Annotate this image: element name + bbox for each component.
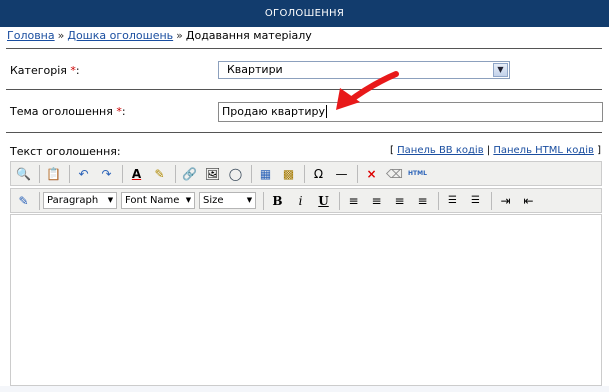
divider bbox=[6, 132, 602, 133]
breadcrumb-current: Додавання матеріалу bbox=[185, 29, 312, 42]
page-bottom-strip bbox=[0, 386, 609, 392]
chevron-down-icon[interactable]: ▼ bbox=[245, 194, 254, 207]
font-name-select[interactable]: Font Name ▼ bbox=[121, 192, 195, 209]
editor-panels-links: [ Панель BB кодів | Панель HTML кодів ] bbox=[390, 145, 601, 156]
underline-button[interactable]: U bbox=[313, 191, 334, 211]
toolbar-separator bbox=[304, 164, 305, 183]
paragraph-format-value: Paragraph bbox=[47, 195, 99, 206]
chevron-down-icon[interactable]: ▼ bbox=[493, 63, 508, 77]
bb-panel-link[interactable]: Панель BB кодів bbox=[397, 145, 483, 156]
font-name-value: Font Name bbox=[125, 195, 180, 206]
text-cursor bbox=[326, 105, 327, 118]
align-left-icon[interactable]: ≡ bbox=[343, 191, 364, 211]
remove-format-icon[interactable]: × bbox=[361, 164, 382, 184]
breadcrumb-separator: » bbox=[57, 29, 65, 42]
breadcrumb: Головна» Дошка оголошень» Додавання матері… bbox=[7, 29, 312, 42]
divider bbox=[6, 48, 602, 49]
highlight-color-icon[interactable]: ✎ bbox=[149, 164, 170, 184]
bracket: ] bbox=[597, 145, 601, 156]
bracket: [ bbox=[390, 145, 394, 156]
toolbar-separator bbox=[491, 191, 492, 210]
editor-toolbar-bottom: ✎ Paragraph ▼ Font Name ▼ Size ▼ B i U ≡… bbox=[10, 188, 602, 213]
body-label: Текст оголошення: bbox=[10, 145, 121, 158]
paste-icon[interactable]: 📋 bbox=[43, 164, 64, 184]
italic-button[interactable]: i bbox=[290, 191, 311, 211]
section-title: ОГОЛОШЕННЯ bbox=[264, 8, 345, 19]
redo-icon[interactable]: ↷ bbox=[96, 164, 117, 184]
chevron-down-icon[interactable]: ▼ bbox=[106, 194, 115, 207]
text-color-icon[interactable]: A bbox=[126, 164, 147, 184]
font-size-value: Size bbox=[203, 195, 224, 206]
breadcrumb-separator: » bbox=[176, 29, 183, 42]
editor-toolbar-top: 🔍 📋 ↶ ↷ A ✎ 🔗 🖼 ◯ ▦ ▩ Ω — × ⌫ HTML bbox=[10, 161, 602, 186]
toolbar-separator bbox=[339, 191, 340, 210]
outdent-icon[interactable]: ⇤ bbox=[518, 191, 539, 211]
bold-button[interactable]: B bbox=[267, 191, 288, 211]
subject-label: Тема оголошення *: bbox=[10, 105, 126, 118]
chevron-down-icon[interactable]: ▼ bbox=[184, 194, 193, 207]
search-icon[interactable]: 🔍 bbox=[13, 164, 34, 184]
link-icon[interactable]: 🔗 bbox=[179, 164, 200, 184]
annotation-arrow-icon bbox=[336, 71, 399, 110]
toolbar-separator bbox=[251, 164, 252, 183]
html-source-icon[interactable]: HTML bbox=[407, 164, 428, 184]
toolbar-separator bbox=[175, 164, 176, 183]
subject-label-text: Тема оголошення bbox=[10, 105, 113, 118]
toolbar-separator bbox=[263, 191, 264, 210]
font-size-select[interactable]: Size ▼ bbox=[199, 192, 256, 209]
align-justify-icon[interactable]: ≡ bbox=[412, 191, 433, 211]
eraser-icon[interactable]: ⌫ bbox=[384, 164, 405, 184]
toolbar-separator bbox=[39, 164, 40, 183]
section-header: ОГОЛОШЕННЯ bbox=[0, 0, 609, 27]
category-label-text: Категорія bbox=[10, 64, 67, 77]
horizontal-rule-icon[interactable]: — bbox=[331, 164, 352, 184]
toolbar-separator bbox=[438, 191, 439, 210]
pipe-divider: | bbox=[486, 145, 491, 156]
breadcrumb-board-link[interactable]: Дошка оголошень bbox=[67, 29, 173, 42]
edit-style-icon[interactable]: ✎ bbox=[13, 191, 34, 211]
toolbar-separator bbox=[39, 191, 40, 210]
special-char-icon[interactable]: Ω bbox=[308, 164, 329, 184]
table-icon[interactable]: ▦ bbox=[255, 164, 276, 184]
image-icon[interactable]: 🖼 bbox=[202, 164, 223, 184]
toolbar-separator bbox=[69, 164, 70, 183]
subject-input-value: Продаю квартиру bbox=[222, 105, 325, 118]
toolbar-separator bbox=[357, 164, 358, 183]
message-editor-area[interactable] bbox=[10, 214, 602, 386]
bullet-list-icon[interactable]: ☰ bbox=[465, 191, 486, 211]
align-right-icon[interactable]: ≡ bbox=[389, 191, 410, 211]
divider bbox=[6, 89, 602, 90]
label-colon: : bbox=[121, 105, 126, 118]
html-panel-link[interactable]: Панель HTML кодів bbox=[493, 145, 594, 156]
align-center-icon[interactable]: ≡ bbox=[366, 191, 387, 211]
category-label: Категорія *: bbox=[10, 64, 80, 77]
indent-icon[interactable]: ⇥ bbox=[495, 191, 516, 211]
label-colon: : bbox=[75, 64, 80, 77]
subject-input[interactable]: Продаю квартиру bbox=[218, 102, 603, 122]
category-selected-value: Квартири bbox=[227, 63, 283, 76]
undo-icon[interactable]: ↶ bbox=[73, 164, 94, 184]
anchor-icon[interactable]: ◯ bbox=[225, 164, 246, 184]
table-properties-icon[interactable]: ▩ bbox=[278, 164, 299, 184]
breadcrumb-home-link[interactable]: Головна bbox=[7, 29, 55, 42]
numbered-list-icon[interactable]: ☰ bbox=[442, 191, 463, 211]
paragraph-format-select[interactable]: Paragraph ▼ bbox=[43, 192, 117, 209]
toolbar-separator bbox=[122, 164, 123, 183]
